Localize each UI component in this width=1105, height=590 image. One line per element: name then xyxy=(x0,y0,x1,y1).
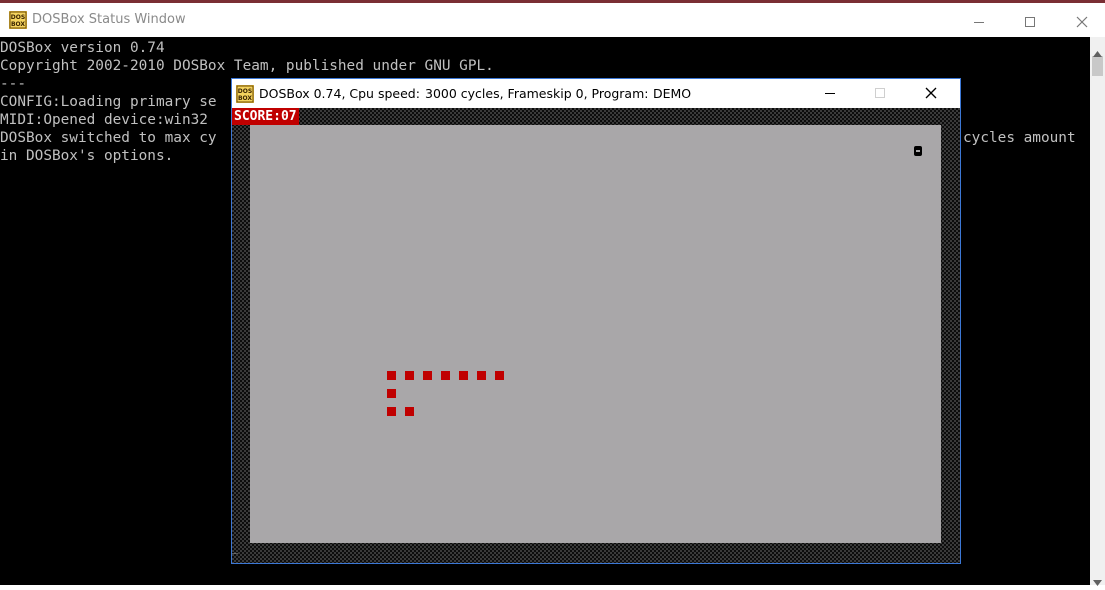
snake-segment xyxy=(387,407,396,416)
snake-segment xyxy=(441,371,450,380)
snake-segment xyxy=(477,371,486,380)
svg-text:BOX: BOX xyxy=(11,21,25,28)
close-icon xyxy=(925,87,937,99)
minimize-button[interactable] xyxy=(956,6,1002,38)
minimize-icon xyxy=(974,22,984,23)
dosbox-title-app: DOSBox 0.74, Cpu speed: xyxy=(259,86,420,101)
console-line: MIDI:Opened device:win32 xyxy=(0,112,208,128)
snake-segment xyxy=(495,371,504,380)
console-line: Copyright 2002-2010 DOSBox Team, publish… xyxy=(0,58,494,74)
food-item xyxy=(914,146,922,156)
scroll-down-arrow-icon[interactable] xyxy=(1093,571,1102,590)
console-line: CONFIG:Loading primary se xyxy=(0,94,217,110)
dosbox-icon: DOS BOX xyxy=(236,85,254,107)
snake-segment xyxy=(405,371,414,380)
close-icon xyxy=(1076,16,1088,28)
scroll-up-arrow-icon[interactable] xyxy=(1093,42,1102,61)
console-line: in DOSBox's options. xyxy=(0,148,174,164)
maximize-icon xyxy=(1025,17,1035,27)
dosbox-titlebar[interactable]: DOS BOX DOSBox 0.74, Cpu speed: 3000 cyc… xyxy=(232,79,960,108)
close-button[interactable] xyxy=(1059,6,1105,38)
dosbox-title-cycles: 3000 cycles, Frameskip 0, Program: xyxy=(425,86,649,101)
snake-segment xyxy=(387,371,396,380)
console-scrollbar[interactable] xyxy=(1090,37,1105,585)
status-window-title: DOSBox Status Window xyxy=(32,12,186,27)
console-line: --- xyxy=(0,76,26,92)
svg-text:BOX: BOX xyxy=(238,95,252,102)
game-screen[interactable]: SCORE:07 _ xyxy=(232,108,960,563)
score-display: SCORE:07 xyxy=(232,108,299,125)
svg-text:DOS: DOS xyxy=(238,88,252,95)
dosbox-title-program: DEMO xyxy=(653,86,692,101)
dosbox-close-button[interactable] xyxy=(909,79,955,108)
status-titlebar[interactable]: DOS BOX DOSBox Status Window xyxy=(0,3,1105,37)
console-line: DOSBox switched to max cy xyxy=(0,130,217,146)
dosbox-icon: DOS BOX xyxy=(9,11,27,33)
maximize-icon xyxy=(875,88,885,98)
snake-segment xyxy=(405,407,414,416)
dosbox-maximize-button xyxy=(858,79,904,108)
maximize-button[interactable] xyxy=(1007,6,1053,38)
minimize-icon xyxy=(825,93,835,94)
snake-segment xyxy=(459,371,468,380)
svg-text:DOS: DOS xyxy=(11,14,25,21)
playfield xyxy=(250,125,941,543)
snake-segment xyxy=(387,389,396,398)
console-line-tail: cycles amount xyxy=(963,130,1076,146)
dos-cursor: _ xyxy=(232,543,239,554)
dosbox-game-window[interactable]: DOS BOX DOSBox 0.74, Cpu speed: 3000 cyc… xyxy=(231,78,961,564)
console-line: DOSBox version 0.74 xyxy=(0,40,165,56)
snake-segment xyxy=(423,371,432,380)
dosbox-minimize-button[interactable] xyxy=(808,79,854,108)
